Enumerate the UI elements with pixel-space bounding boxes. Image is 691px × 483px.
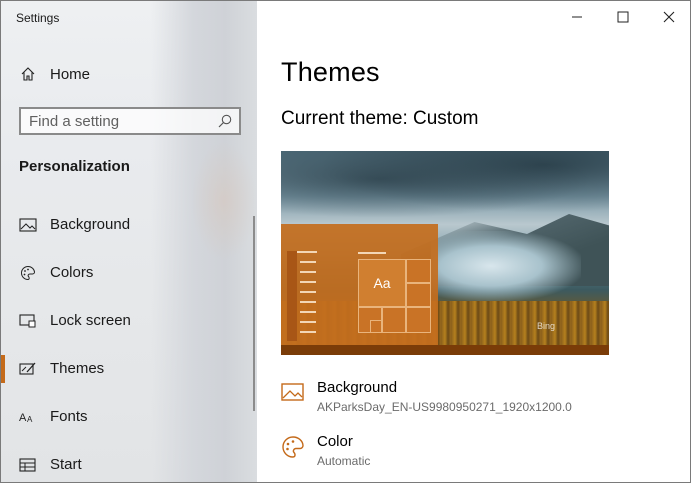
preview-tile: Aa — [358, 259, 406, 307]
setting-title: Background — [317, 379, 398, 396]
search-input[interactable] — [29, 109, 209, 133]
sidebar-item-fonts[interactable]: AA Fonts — [1, 399, 251, 435]
sidebar-item-label: Fonts — [50, 408, 88, 425]
window-controls — [554, 1, 690, 33]
settings-window: Settings Home Personalization Background — [0, 0, 691, 483]
sidebar-item-label: Colors — [50, 264, 94, 281]
fonts-icon: AA — [19, 408, 37, 426]
sidebar-item-themes[interactable]: Themes — [1, 351, 251, 387]
sidebar-item-label: Background — [50, 216, 131, 233]
bing-watermark: Bing — [537, 321, 556, 331]
setting-color[interactable]: Color Automatic — [281, 433, 681, 473]
search-icon[interactable] — [217, 113, 233, 129]
section-heading: Personalization — [19, 158, 130, 175]
sidebar-item-colors[interactable]: Colors — [1, 255, 251, 291]
sidebar-item-background[interactable]: Background — [1, 207, 251, 243]
current-theme-label: Current theme: Custom — [281, 108, 479, 129]
preview-taskbar — [281, 345, 609, 355]
palette-icon — [19, 264, 37, 282]
page-title: Themes — [281, 57, 380, 87]
setting-value: Automatic — [317, 454, 371, 468]
maximize-button[interactable] — [600, 1, 646, 33]
minimize-icon — [572, 16, 582, 18]
minimize-button[interactable] — [554, 1, 600, 33]
picture-icon — [19, 216, 37, 234]
theme-preview: Aa Bing — [281, 151, 609, 355]
themes-icon — [19, 360, 37, 378]
svg-text:A: A — [27, 415, 33, 424]
home-icon — [19, 65, 37, 83]
preview-start-menu: Aa — [281, 224, 438, 345]
search-box[interactable] — [19, 107, 241, 135]
sidebar-item-label: Start — [50, 456, 82, 473]
sidebar-item-label: Lock screen — [50, 312, 131, 329]
palette-icon — [281, 435, 305, 459]
maximize-icon — [617, 11, 629, 23]
main-content: Themes Current theme: Custom Aa Bing Bac… — [257, 1, 690, 482]
sidebar-item-label: Themes — [50, 360, 105, 377]
setting-background[interactable]: Background AKParksDay_EN-US9980950271_19… — [281, 379, 681, 419]
picture-icon — [281, 381, 305, 405]
sidebar: Settings Home Personalization Background — [1, 1, 257, 482]
setting-title: Color — [317, 433, 353, 450]
close-icon — [663, 11, 675, 23]
start-icon — [19, 456, 37, 474]
sidebar-item-label: Home — [50, 65, 91, 83]
close-button[interactable] — [646, 1, 690, 33]
sidebar-item-home[interactable]: Home — [1, 59, 251, 89]
app-title: Settings — [16, 11, 60, 25]
sidebar-item-start[interactable]: Start — [1, 447, 251, 482]
svg-text:A: A — [19, 412, 27, 424]
active-indicator — [1, 355, 5, 383]
sidebar-scrollbar[interactable] — [253, 216, 255, 411]
lock-screen-icon — [19, 312, 37, 330]
setting-value: AKParksDay_EN-US9980950271_1920x1200.0 — [317, 400, 572, 414]
sidebar-item-lock-screen[interactable]: Lock screen — [1, 303, 251, 339]
